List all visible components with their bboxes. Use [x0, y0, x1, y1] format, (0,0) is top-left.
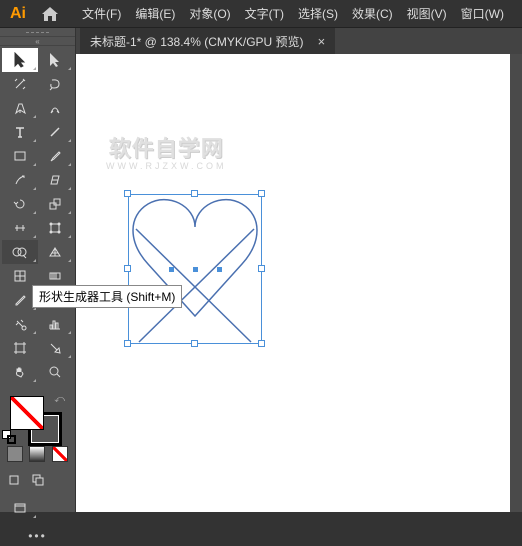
direct-selection-tool[interactable] [38, 48, 74, 72]
zoom-tool[interactable] [38, 360, 74, 384]
shaper-tool[interactable] [2, 168, 38, 192]
menu-file[interactable]: 文件(F) [76, 1, 127, 26]
handle-bottom-mid[interactable] [191, 340, 198, 347]
tool-tooltip: 形状生成器工具 (Shift+M) [32, 285, 182, 308]
line-segment-tool[interactable] [38, 120, 74, 144]
tools-grid [0, 46, 75, 386]
hand-tool[interactable] [2, 360, 38, 384]
menu-view[interactable]: 视图(V) [401, 1, 453, 26]
free-transform-tool[interactable] [38, 216, 74, 240]
default-colors-icon[interactable] [2, 430, 18, 444]
tabbar: 未标题-1* @ 138.4% (CMYK/GPU 预览) × [0, 28, 522, 54]
screen-mode-blank [38, 496, 74, 520]
watermark-sub: WWW.RJZXW.COM [106, 161, 226, 171]
document-tab[interactable]: 未标题-1* @ 138.4% (CMYK/GPU 预览) × [80, 28, 335, 54]
handle-top-left[interactable] [124, 190, 131, 197]
menu-object[interactable]: 对象(O) [183, 1, 236, 26]
tools-panel: « [0, 28, 76, 512]
perspective-grid-tool[interactable] [38, 240, 74, 264]
symbol-sprayer-tool[interactable] [2, 312, 38, 336]
magic-wand-tool[interactable] [2, 72, 38, 96]
tab-close-icon[interactable]: × [318, 34, 326, 49]
tab-title: 未标题-1* @ 138.4% (CMYK/GPU 预览) [90, 33, 304, 50]
screen-mode-row [0, 466, 75, 494]
pen-tool[interactable] [2, 96, 38, 120]
home-icon[interactable] [36, 0, 64, 28]
handle-top-mid[interactable] [191, 190, 198, 197]
tooltip-text: 形状生成器工具 (Shift+M) [39, 290, 175, 304]
panel-collapse-toggle[interactable]: « [0, 36, 75, 46]
curvature-tool[interactable] [38, 96, 74, 120]
canvas-area[interactable]: 软件自学网 WWW.RJZXW.COM [76, 54, 522, 512]
color-mode-none[interactable] [52, 446, 68, 462]
column-graph-tool[interactable] [38, 312, 74, 336]
menu-window[interactable]: 窗口(W) [455, 1, 510, 26]
paintbrush-tool[interactable] [38, 144, 74, 168]
center-point [193, 267, 198, 272]
selected-shape[interactable] [128, 194, 262, 344]
color-section: ⤺ [0, 392, 75, 444]
shape-builder-tool[interactable] [2, 240, 38, 264]
menu-edit[interactable]: 编辑(E) [129, 1, 181, 26]
draw-inside-mode[interactable] [49, 468, 73, 492]
handle-top-right[interactable] [258, 190, 265, 197]
slice-tool[interactable] [38, 336, 74, 360]
panel-drag-handle[interactable] [0, 28, 75, 36]
selection-tool[interactable] [2, 48, 38, 72]
handle-mid-right[interactable] [258, 265, 265, 272]
type-tool[interactable] [2, 120, 38, 144]
app-icon-ai: Ai [4, 0, 32, 28]
width-tool[interactable] [2, 216, 38, 240]
handle-bottom-right[interactable] [258, 340, 265, 347]
draw-normal-mode[interactable] [2, 468, 26, 492]
watermark-main: 软件自学网 [106, 131, 226, 163]
scale-tool[interactable] [38, 192, 74, 216]
handle-bottom-left[interactable] [124, 340, 131, 347]
draw-behind-mode[interactable] [26, 468, 50, 492]
anchor-point[interactable] [169, 267, 174, 272]
fill-color-swatch[interactable] [10, 396, 44, 430]
menu-effect[interactable]: 效果(C) [346, 1, 399, 26]
eraser-tool[interactable] [38, 168, 74, 192]
menu-type[interactable]: 文字(T) [239, 1, 290, 26]
artboard-tool[interactable] [2, 336, 38, 360]
artboard[interactable]: 软件自学网 WWW.RJZXW.COM [76, 54, 510, 512]
screen-mode-normal[interactable] [2, 496, 38, 520]
rotate-tool[interactable] [2, 192, 38, 216]
handle-mid-left[interactable] [124, 265, 131, 272]
menu-select[interactable]: 选择(S) [292, 1, 344, 26]
menubar: Ai 文件(F) 编辑(E) 对象(O) 文字(T) 选择(S) 效果(C) 视… [0, 0, 522, 28]
rectangle-tool[interactable] [2, 144, 38, 168]
swap-colors-icon[interactable]: ⤺ [54, 394, 65, 405]
anchor-point[interactable] [217, 267, 222, 272]
screen-mode-row-2 [0, 494, 75, 522]
edit-toolbar-button[interactable]: ••• [0, 526, 75, 546]
lasso-tool[interactable] [38, 72, 74, 96]
watermark: 软件自学网 WWW.RJZXW.COM [106, 131, 226, 171]
color-mode-solid[interactable] [7, 446, 23, 462]
color-mode-gradient[interactable] [29, 446, 45, 462]
menu-items: 文件(F) 编辑(E) 对象(O) 文字(T) 选择(S) 效果(C) 视图(V… [76, 1, 510, 26]
color-mode-row [0, 446, 75, 466]
